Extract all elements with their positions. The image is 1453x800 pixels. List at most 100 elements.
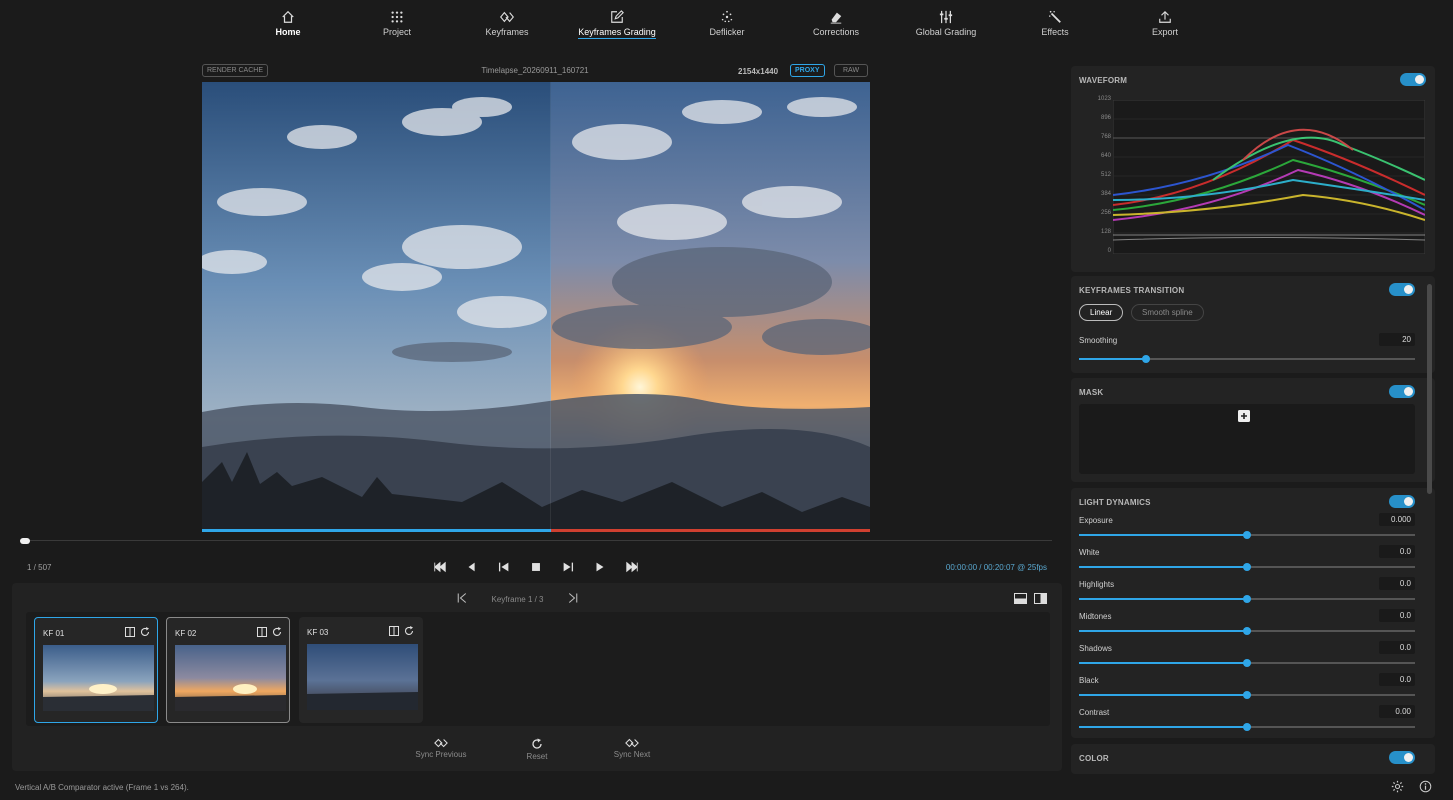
slider-value[interactable]: 0.0 <box>1379 545 1415 558</box>
slider-track[interactable] <box>1079 595 1415 603</box>
render-cache-button[interactable]: RENDER CACHE <box>202 64 269 77</box>
nav-project[interactable]: Project <box>342 10 452 37</box>
refresh-icon[interactable] <box>272 627 282 637</box>
proxy-button[interactable]: PROXY <box>790 64 825 77</box>
slider-track[interactable] <box>1079 531 1415 539</box>
raw-button[interactable]: RAW <box>834 64 869 77</box>
keyframe-card[interactable]: KF 03 <box>299 617 423 723</box>
skip-to-start-icon[interactable] <box>433 560 447 574</box>
slider-value[interactable]: 0.00 <box>1379 705 1415 718</box>
image-viewer[interactable] <box>202 82 870 532</box>
slider-knob[interactable] <box>1243 563 1251 571</box>
smoothing-value[interactable]: 20 <box>1379 333 1415 346</box>
vertical-split-icon[interactable] <box>1034 593 1047 604</box>
sync-previous-icon <box>434 738 448 748</box>
transition-toggle[interactable] <box>1389 283 1415 296</box>
sliders-icon <box>939 10 953 24</box>
stop-icon[interactable] <box>529 560 543 574</box>
compare-icon[interactable] <box>257 627 267 637</box>
nav-label: Export <box>1151 27 1178 37</box>
nav-label: Corrections <box>812 27 859 37</box>
reset-icon <box>532 738 542 749</box>
slider-knob[interactable] <box>1243 723 1251 731</box>
next-keyframe-icon[interactable] <box>561 560 575 574</box>
slider-track[interactable] <box>1079 691 1415 699</box>
nav-corrections[interactable]: Corrections <box>781 10 891 37</box>
color-panel: COLOR <box>1071 744 1435 774</box>
color-title: COLOR <box>1079 754 1109 763</box>
smoothing-slider[interactable] <box>1079 355 1415 363</box>
compare-icon[interactable] <box>389 626 399 636</box>
slider-track[interactable] <box>1079 659 1415 667</box>
slider-label: Exposure <box>1079 516 1113 525</box>
nav-export[interactable]: Export <box>1110 10 1220 37</box>
slider-knob[interactable] <box>1243 531 1251 539</box>
mask-title: MASK <box>1079 388 1104 397</box>
nav-label: Keyframes <box>485 27 529 37</box>
play-icon[interactable] <box>593 560 607 574</box>
previous-keyframe-icon[interactable] <box>497 560 511 574</box>
slider-value[interactable]: 0.0 <box>1379 609 1415 622</box>
step-back-icon[interactable] <box>465 560 479 574</box>
light-dynamics-panel: LIGHT DYNAMICS Exposure 0.000 White 0.0 High… <box>1071 488 1435 738</box>
frame-counter: 1 / 507 <box>27 563 52 572</box>
slider-value[interactable]: 0.0 <box>1379 577 1415 590</box>
nav-global-grading[interactable]: Global Grading <box>891 10 1001 37</box>
color-toggle[interactable] <box>1389 751 1415 764</box>
sync-next-button[interactable]: Sync Next <box>592 738 672 759</box>
waveform-toggle[interactable] <box>1400 73 1426 86</box>
keyframe-label: KF 01 <box>43 629 65 638</box>
waveform-tick: 128 <box>1100 229 1111 235</box>
waveform-tick: 896 <box>1100 115 1111 121</box>
reset-button[interactable]: Reset <box>497 738 577 761</box>
keyframe-card[interactable]: KF 01 <box>34 617 158 723</box>
waveform-ticks: 1023 896 768 640 512 384 256 128 0 <box>1085 96 1111 258</box>
nav-deflicker[interactable]: Deflicker <box>672 10 782 37</box>
keyframe-thumbnail <box>307 644 418 710</box>
slider-value[interactable]: 0.0 <box>1379 641 1415 654</box>
waveform-tick: 512 <box>1100 172 1111 178</box>
edit-icon <box>611 10 624 23</box>
info-icon[interactable] <box>1419 780 1432 793</box>
slider-label: Shadows <box>1079 644 1112 653</box>
settings-gear-icon[interactable] <box>1391 780 1404 793</box>
timeline-scrubber-track[interactable] <box>20 540 1052 541</box>
slider-track[interactable] <box>1079 723 1415 731</box>
right-panel-scrollbar[interactable] <box>1427 284 1432 494</box>
nav-keyframes[interactable]: Keyframes <box>452 10 562 37</box>
timeline-scrubber-handle[interactable] <box>20 538 30 544</box>
linear-button[interactable]: Linear <box>1079 304 1124 321</box>
nav-keyframes-grading[interactable]: Keyframes Grading <box>562 10 672 39</box>
next-keyframe-nav-icon[interactable] <box>567 592 579 604</box>
slider-knob[interactable] <box>1243 659 1251 667</box>
slider-track[interactable] <box>1079 563 1415 571</box>
nav-label: Global Grading <box>915 27 977 37</box>
keyframe-label: KF 02 <box>175 629 197 638</box>
nav-home[interactable]: Home <box>233 10 343 37</box>
light-dynamics-toggle[interactable] <box>1389 495 1415 508</box>
smooth-spline-button[interactable]: Smooth spline <box>1131 304 1204 321</box>
slider-knob[interactable] <box>1243 691 1251 699</box>
slider-knob[interactable] <box>1243 595 1251 603</box>
nav-effects[interactable]: Effects <box>1000 10 1110 37</box>
slider-knob[interactable] <box>1243 627 1251 635</box>
refresh-icon[interactable] <box>140 627 150 637</box>
refresh-icon[interactable] <box>404 626 414 636</box>
add-mask-icon[interactable] <box>1238 410 1250 422</box>
sync-previous-button[interactable]: Sync Previous <box>401 738 481 759</box>
sync-next-label: Sync Next <box>613 750 651 759</box>
horizontal-split-icon[interactable] <box>1014 593 1027 604</box>
previous-keyframe-nav-icon[interactable] <box>456 592 468 604</box>
keyframe-card[interactable]: KF 02 <box>166 617 290 723</box>
compare-icon[interactable] <box>125 627 135 637</box>
mask-toggle[interactable] <box>1389 385 1415 398</box>
slider-value[interactable]: 0.0 <box>1379 673 1415 686</box>
skip-to-end-icon[interactable] <box>625 560 639 574</box>
slider-label: Contrast <box>1079 708 1110 717</box>
nav-label: Keyframes Grading <box>578 27 656 39</box>
slider-knob[interactable] <box>1142 355 1151 363</box>
waveform-tick: 640 <box>1100 153 1111 159</box>
slider-value[interactable]: 0.000 <box>1379 513 1415 526</box>
eraser-icon <box>830 12 842 24</box>
slider-track[interactable] <box>1079 627 1415 635</box>
